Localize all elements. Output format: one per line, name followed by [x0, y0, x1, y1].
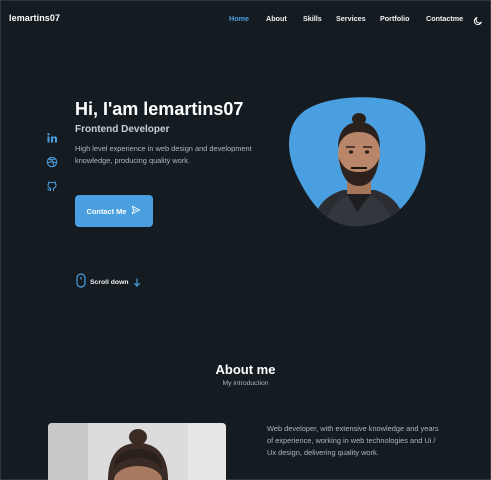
about-title: About me — [215, 362, 276, 377]
nav-contactme[interactable]: Contactme — [426, 14, 463, 23]
window-border — [0, 0, 491, 480]
hero-description: High level experience in web design and … — [75, 144, 252, 166]
hero-title: Hi, I'am lemartins07 — [75, 99, 244, 119]
mouse-icon — [76, 272, 86, 293]
nav-portfolio[interactable]: Portfolio — [380, 14, 410, 23]
profile-avatar — [285, 96, 429, 228]
hero-subtitle: Frontend Developer — [75, 124, 170, 135]
social-links — [46, 131, 60, 203]
dribbble-icon[interactable] — [46, 155, 58, 168]
linkedin-icon[interactable] — [46, 131, 58, 143]
github-icon[interactable] — [46, 179, 58, 191]
nav-about[interactable]: About — [266, 14, 287, 23]
header: lemartins07 Home About Skills Services P… — [0, 0, 491, 36]
nav-services[interactable]: Services — [336, 14, 366, 23]
about-photo — [48, 423, 226, 480]
moon-icon[interactable] — [473, 13, 483, 26]
contact-me-label: Contact Me — [86, 206, 127, 216]
about-subtitle: My introduction — [222, 380, 269, 387]
about-description: Web developer, with extensive knowledge … — [267, 424, 439, 458]
send-icon — [131, 205, 141, 217]
main-nav: Home About Skills Services Portfolio Con… — [0, 14, 491, 26]
nav-home[interactable]: Home — [229, 14, 249, 23]
contact-me-button[interactable]: Contact Me — [75, 195, 153, 227]
scroll-down-label: Scroll down — [90, 279, 129, 286]
arrow-down-icon — [133, 274, 141, 292]
scroll-down-link[interactable]: Scroll down — [76, 272, 141, 293]
nav-skills[interactable]: Skills — [303, 14, 322, 23]
